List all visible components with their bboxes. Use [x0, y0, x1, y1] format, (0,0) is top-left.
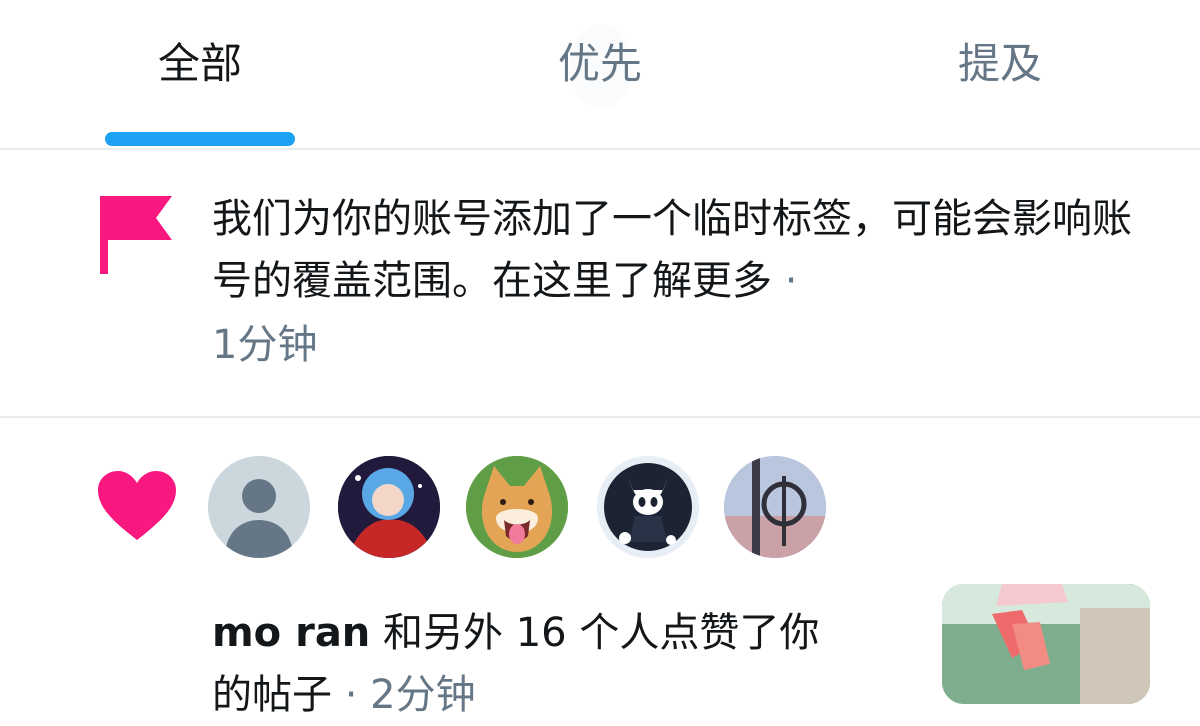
- dog-avatar[interactable]: [466, 456, 568, 558]
- like-message: mo ran 和另外 16 个人点赞了你: [212, 602, 912, 664]
- heart-icon: [98, 471, 176, 540]
- notification-tabs: 全部 优先 提及: [0, 0, 1200, 150]
- post-thumbnail[interactable]: [942, 584, 1150, 704]
- tab-all[interactable]: 全部: [0, 0, 400, 148]
- default-avatar[interactable]: [208, 456, 310, 558]
- liker-name[interactable]: mo ran: [212, 610, 370, 656]
- anime-avatar[interactable]: [338, 456, 440, 558]
- like-timestamp: 2分钟: [370, 672, 476, 718]
- like-message-text-2: 的帖子: [212, 672, 332, 718]
- tab-priority[interactable]: 优先: [400, 0, 800, 148]
- active-tab-indicator: [105, 132, 295, 146]
- user-silhouette-icon: [225, 479, 293, 558]
- post-photo-image: [942, 584, 1150, 704]
- street-photo-image: [724, 456, 826, 558]
- like-separator: ·: [332, 672, 371, 718]
- notice-timestamp: 1分钟: [212, 322, 318, 368]
- tab-mentions[interactable]: 提及: [800, 0, 1200, 148]
- like-message-line2: 的帖子 · 2分钟: [212, 664, 476, 726]
- knight-avatar[interactable]: [597, 456, 699, 558]
- like-notification[interactable]: mo ran 和另外 16 个人点赞了你 的帖子 · 2分钟: [0, 420, 1200, 718]
- tab-priority-label: 优先: [557, 39, 642, 88]
- notice-message: 我们为你的账号添加了一个临时标签，可能会影响账号的覆盖范围。在这里了解更多 ·: [212, 188, 1132, 312]
- notice-text: 我们为你的账号添加了一个临时标签，可能会影响账号的覆盖范围。在这里了解更多: [212, 196, 1132, 304]
- photo-avatar[interactable]: [724, 456, 826, 558]
- notice-separator: ·: [784, 258, 798, 304]
- shiba-dog-image: [466, 456, 568, 558]
- anime-character-image: [338, 456, 440, 558]
- tab-mentions-label: 提及: [957, 39, 1042, 88]
- knight-character-image: [597, 456, 699, 558]
- tab-all-label: 全部: [157, 39, 242, 88]
- account-label-notice[interactable]: 我们为你的账号添加了一个临时标签，可能会影响账号的覆盖范围。在这里了解更多 · …: [0, 152, 1200, 418]
- flag-icon: [100, 196, 172, 274]
- like-message-text: 和另外 16 个人点赞了你: [370, 610, 820, 656]
